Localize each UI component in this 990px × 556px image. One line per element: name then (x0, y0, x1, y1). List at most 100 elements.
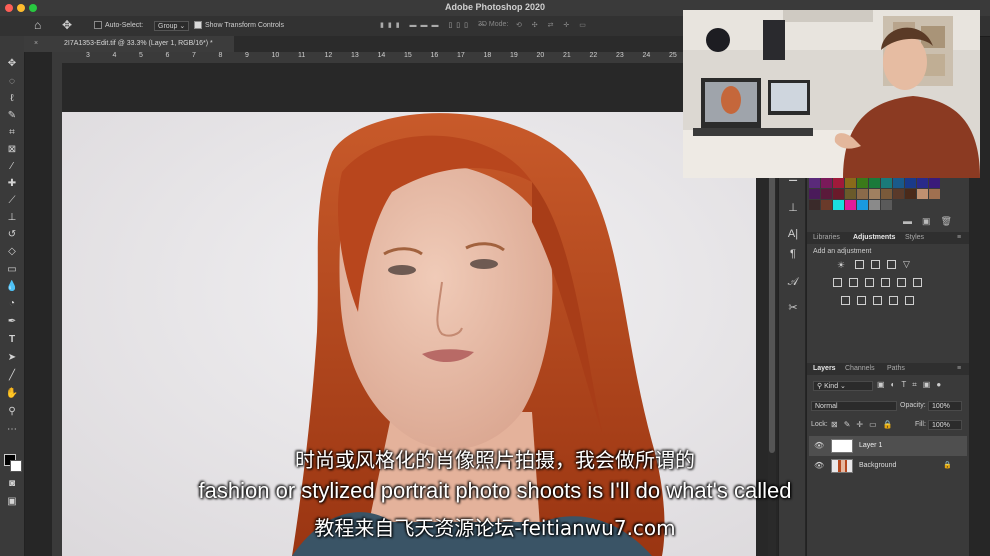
webcam-overlay (683, 10, 980, 178)
subtitle-english: fashion or stylized portrait photo shoot… (198, 478, 792, 503)
align-icons[interactable]: ▮▮▮ ▬▬▬ ▯▯▯ ⋯ (380, 21, 489, 29)
brush-icon[interactable]: ⟋ (5, 195, 19, 207)
color-balance-icon[interactable] (849, 278, 858, 287)
gradient-icon[interactable]: ▭ (5, 264, 19, 276)
ruler-tick-label: 14 (377, 52, 386, 59)
photo-filter-icon[interactable] (881, 278, 890, 287)
tab-styles[interactable]: Styles (905, 234, 924, 241)
hue-saturation-icon[interactable] (833, 278, 842, 287)
tools-preset-icon[interactable]: ✂ (787, 302, 799, 314)
stamp-panel-icon[interactable]: ⊥ (787, 202, 799, 214)
threshold-icon[interactable] (873, 296, 882, 305)
ruler-tick-label: 20 (536, 52, 545, 59)
close-tab-icon[interactable]: × (34, 36, 38, 52)
document-tab-bar: × 2I7A1353-Edit.tif @ 33.3% (Layer 1, RG… (24, 36, 684, 52)
opacity-field[interactable]: 100% (928, 401, 962, 411)
show-transform-checkbox[interactable]: Show Transform Controls (194, 21, 284, 29)
tab-libraries[interactable]: Libraries (813, 234, 840, 241)
gradient-map-icon[interactable] (889, 296, 898, 305)
invert-icon[interactable] (841, 296, 850, 305)
eraser-icon[interactable]: ◇ (5, 246, 19, 258)
layer-filter-icons[interactable]: ▣◐T⌗▣● (877, 380, 947, 390)
crop-icon[interactable]: ⌗ (5, 127, 19, 139)
layer-filter-dropdown[interactable]: ⚲ Kind ⌄ (813, 381, 873, 391)
stamp-icon[interactable]: ⊥ (5, 212, 19, 224)
healing-icon[interactable]: ✚ (5, 178, 19, 190)
lasso-icon[interactable]: ℓ (5, 93, 19, 105)
marquee-icon[interactable]: ◌ (5, 76, 19, 88)
zoom-icon[interactable]: ⚲ (5, 406, 19, 418)
curves-icon[interactable] (871, 260, 880, 269)
ruler-tick-label: 24 (642, 52, 651, 59)
blur-icon[interactable]: 💧 (5, 281, 19, 293)
adjustments-tabs: Libraries Adjustments Styles ≡ (807, 232, 969, 244)
levels-icon[interactable] (855, 260, 864, 269)
3d-mode-icons[interactable]: ⟲ ✣ ⇄ ✛ ▭ (516, 21, 590, 29)
watermark-text: 教程来自飞天资源论坛-feitianwu7.com (314, 516, 676, 540)
auto-select-checkbox[interactable]: Auto-Select: (94, 21, 143, 29)
swatch-actions[interactable]: ▬▣🗑 (903, 216, 962, 227)
webcam-image (683, 10, 980, 178)
tab-channels[interactable]: Channels (845, 365, 875, 372)
channel-mixer-icon[interactable] (897, 278, 906, 287)
move-tool-preset-icon[interactable]: ✥ (62, 18, 72, 32)
auto-select-dropdown[interactable]: Group ⌄ (154, 21, 190, 31)
hand-icon[interactable]: ✋ (5, 388, 19, 400)
ruler-tick-label: 23 (616, 52, 624, 59)
adjustment-icons: ☀ ▽ (833, 259, 957, 310)
eyedropper-icon[interactable]: ⁄ (5, 161, 19, 173)
path-select-icon[interactable]: ➤ (5, 352, 19, 364)
glyphs-panel-icon[interactable]: 𝒜 (787, 276, 799, 288)
move-icon[interactable]: ✥ (5, 58, 19, 70)
quick-select-icon[interactable]: ✎ (5, 110, 19, 122)
ruler-tick-label: 22 (589, 52, 598, 59)
brightness-icon[interactable]: ☀ (837, 260, 845, 271)
selective-color-icon[interactable] (905, 296, 914, 305)
lock-icons[interactable]: ⊠✎✛▭🔒 (831, 420, 899, 429)
fill-field[interactable]: 100% (928, 420, 962, 430)
posterize-icon[interactable] (857, 296, 866, 305)
ruler-tick-label: 8 (218, 52, 223, 59)
ruler-tick-label: 18 (483, 52, 492, 59)
tab-adjustments[interactable]: Adjustments (853, 234, 895, 241)
blend-mode-dropdown[interactable]: Normal (811, 401, 897, 411)
layers-menu-icon[interactable]: ≡ (957, 365, 961, 372)
add-adjustment-label: Add an adjustment (813, 248, 872, 255)
ruler-tick-label: 17 (457, 52, 465, 59)
ruler-tick-label: 12 (324, 52, 333, 59)
ruler-tick-label: 5 (139, 52, 143, 59)
ruler-tick-label: 3 (86, 52, 90, 59)
document-tab[interactable]: × 2I7A1353-Edit.tif @ 33.3% (Layer 1, RG… (24, 36, 234, 52)
panel-menu-icon[interactable]: ≡ (957, 234, 961, 241)
show-transform-label: Show Transform Controls (205, 21, 284, 29)
character-panel-icon[interactable]: A| (787, 228, 799, 240)
history-brush-icon[interactable]: ↺ (5, 229, 19, 241)
ruler-tick-label: 10 (271, 52, 280, 59)
exposure-icon[interactable] (887, 260, 896, 269)
layers-tabs: Layers Channels Paths ≡ (807, 363, 969, 375)
document-tab-title: 2I7A1353-Edit.tif @ 33.3% (Layer 1, RGB/… (64, 40, 213, 47)
fill-label: Fill: (915, 421, 926, 428)
filter-kind-value: Kind (824, 383, 839, 390)
vibrance-icon[interactable]: ▽ (903, 259, 910, 270)
opacity-value: 100% (932, 403, 950, 410)
lock-label: Lock: (811, 421, 828, 428)
tab-paths[interactable]: Paths (887, 365, 905, 372)
tab-layers[interactable]: Layers (813, 365, 836, 372)
line-icon[interactable]: ╱ (5, 370, 19, 382)
frame-icon[interactable]: ⊠ (5, 144, 19, 156)
ruler-tick-label: 13 (351, 52, 359, 59)
more-icon[interactable]: ⋯ (5, 424, 19, 436)
ruler-tick-label: 15 (404, 52, 412, 59)
scrollbar-thumb[interactable] (769, 163, 775, 453)
color-lookup-icon[interactable] (913, 278, 922, 287)
dodge-icon[interactable]: ◔ (5, 298, 19, 310)
ruler-tick-label: 9 (245, 52, 249, 59)
mode-3d-label: 3D Mode: (478, 21, 509, 28)
type-icon[interactable]: T (5, 334, 19, 346)
paragraph-panel-icon[interactable]: ¶ (787, 248, 799, 260)
ruler-tick-label: 25 (669, 52, 677, 59)
pen-icon[interactable]: ✒ (5, 316, 19, 328)
home-icon[interactable]: ⌂ (34, 18, 41, 32)
black-white-icon[interactable] (865, 278, 874, 287)
